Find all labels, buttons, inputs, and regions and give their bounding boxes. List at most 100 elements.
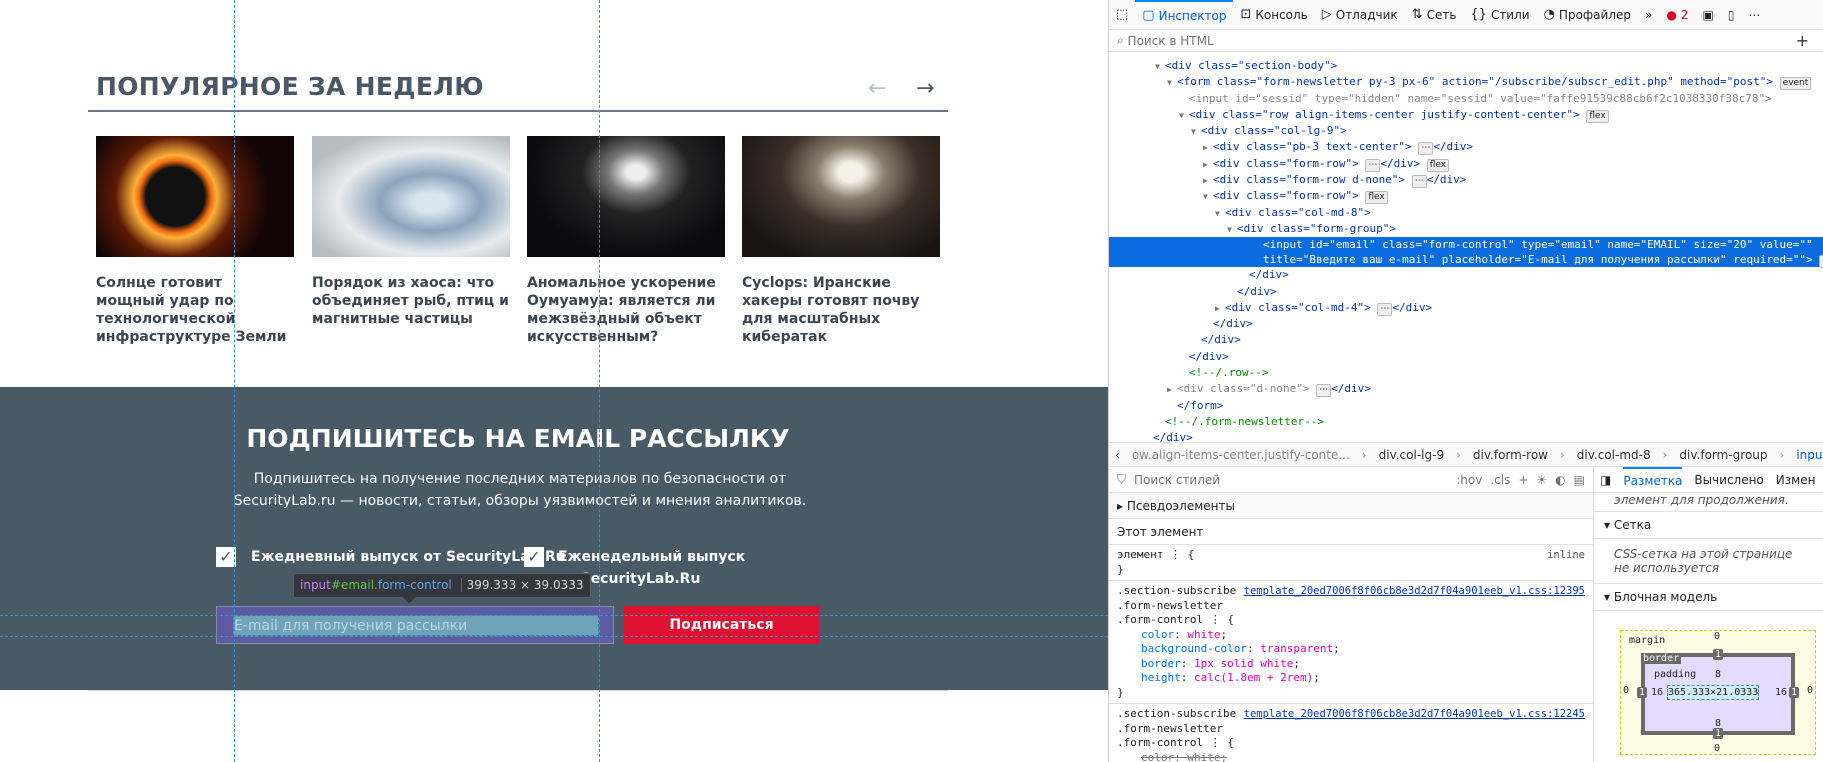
- tab-styles[interactable]: {} Стили: [1463, 0, 1536, 30]
- expand-toggle-icon[interactable]: ▼: [1155, 59, 1165, 75]
- breadcrumb-back-icon[interactable]: ‹: [1115, 448, 1120, 462]
- expand-toggle-icon[interactable]: ▼: [1191, 124, 1201, 140]
- cls-toggle[interactable]: .cls: [1490, 473, 1510, 487]
- article-image[interactable]: [312, 136, 510, 257]
- css-declaration[interactable]: background-color: transparent;: [1117, 642, 1585, 657]
- add-node-icon[interactable]: +: [1796, 31, 1809, 50]
- article-title[interactable]: Cyclops: Иранские хакеры готовят почву д…: [742, 274, 940, 346]
- expand-toggle-icon[interactable]: ▼: [1227, 222, 1237, 238]
- property-name[interactable]: background-color: [1141, 642, 1247, 655]
- rule-source-link[interactable]: template_20ed7006f8f06cb8e3d2d7f04a901ee…: [1244, 584, 1585, 599]
- add-rule-icon[interactable]: +: [1518, 473, 1528, 487]
- html-tree-node[interactable]: ▶ <div class="form-row"> ⋯ </div> flex: [1109, 156, 1823, 172]
- html-tree-node[interactable]: ▶ <div class="form-row d-none"> ⋯ </div>: [1109, 172, 1823, 189]
- menu-icon[interactable]: ⋯: [1741, 0, 1767, 30]
- html-tree-node[interactable]: ▼ <div class="section-body">: [1109, 58, 1823, 74]
- tab-network[interactable]: ⇅ Сеть: [1405, 0, 1464, 30]
- responsive-icon[interactable]: ▯: [1721, 0, 1742, 30]
- css-rule[interactable]: template_20ed7006f8f06cb8e3d2d7f04a901ee…: [1109, 581, 1593, 704]
- box-model-section[interactable]: ▾ Блочная модель: [1594, 584, 1823, 611]
- property-name[interactable]: color: [1141, 751, 1174, 762]
- html-tree-node[interactable]: ▼ <div class="form-group">: [1109, 221, 1823, 237]
- email-placeholder[interactable]: E-mail для получения рассылки: [233, 615, 599, 636]
- expand-toggle-icon[interactable]: ▼: [1179, 108, 1189, 124]
- tab-layout[interactable]: Разметка: [1623, 467, 1683, 493]
- breadcrumb-item[interactable]: div.form-group: [1679, 448, 1767, 462]
- html-search-input[interactable]: Поиск в HTML: [1128, 34, 1214, 48]
- article-card[interactable]: Порядок из хаоса: что объединяет рыб, пт…: [312, 136, 510, 328]
- node-badge[interactable]: event: [1779, 77, 1812, 91]
- article-card[interactable]: Солнце готовит мощный удар по технологич…: [96, 136, 294, 346]
- breadcrumb-item[interactable]: input#email.form-control: [1796, 448, 1823, 462]
- element-picker-icon[interactable]: ⬚: [1109, 0, 1135, 30]
- article-image[interactable]: [742, 136, 940, 257]
- article-title[interactable]: Солнце готовит мощный удар по технологич…: [96, 274, 294, 346]
- dark-theme-icon[interactable]: ◐: [1555, 473, 1565, 487]
- node-badge[interactable]: event: [1819, 255, 1823, 269]
- dock-icon[interactable]: ▣: [1695, 0, 1720, 30]
- arrow-right-icon[interactable]: →: [916, 76, 934, 101]
- html-tree-node[interactable]: </div>: [1109, 316, 1823, 332]
- html-tree-node[interactable]: </div>: [1109, 284, 1823, 300]
- expand-toggle-icon[interactable]: ▼: [1215, 206, 1225, 222]
- html-tree-node[interactable]: <!--/.form-newsletter-->: [1109, 414, 1823, 430]
- grid-section[interactable]: ▾ Сетка: [1594, 512, 1823, 539]
- expand-toggle-icon[interactable]: ▶: [1203, 173, 1213, 189]
- light-theme-icon[interactable]: ☀: [1536, 473, 1547, 487]
- html-search[interactable]: ⌕ Поиск в HTML +: [1109, 30, 1823, 52]
- breadcrumb-item[interactable]: div.form-row: [1473, 448, 1548, 462]
- html-tree-node[interactable]: <input id="sessid" type="hidden" name="s…: [1109, 91, 1823, 107]
- article-card[interactable]: Cyclops: Иранские хакеры готовят почву д…: [742, 136, 940, 346]
- css-declaration[interactable]: border: 1px solid white;: [1117, 657, 1585, 672]
- html-tree-node[interactable]: </form>: [1109, 398, 1823, 414]
- article-title[interactable]: Порядок из хаоса: что объединяет рыб, пт…: [312, 274, 510, 328]
- property-value[interactable]: transparent: [1260, 642, 1333, 655]
- property-value[interactable]: calc(1.8em + 2rem): [1194, 671, 1313, 684]
- subscribe-button[interactable]: Подписаться: [624, 606, 819, 644]
- node-badge[interactable]: flex: [1365, 191, 1388, 205]
- article-image[interactable]: [527, 136, 725, 257]
- property-name[interactable]: border: [1141, 657, 1181, 670]
- expand-toggle-icon[interactable]: ▶: [1203, 157, 1213, 173]
- node-badge[interactable]: ⋯: [1418, 142, 1434, 156]
- css-declaration[interactable]: color: white;: [1117, 751, 1585, 762]
- sidebar-toggle-icon[interactable]: ◨: [1600, 473, 1611, 487]
- node-badge[interactable]: flex: [1426, 158, 1450, 172]
- html-tree-node[interactable]: ▼ <div class="form-row"> flex: [1109, 188, 1823, 205]
- html-tree-node[interactable]: </div>: [1109, 267, 1823, 283]
- node-badge[interactable]: ⋯: [1411, 175, 1427, 189]
- html-tree-node[interactable]: ▶ <div class="col-md-4"> ⋯ </div>: [1109, 300, 1823, 316]
- article-title[interactable]: Аномальное ускорение Оумуамуа: является …: [527, 274, 725, 346]
- more-tabs-icon[interactable]: »: [1638, 0, 1659, 30]
- print-icon[interactable]: ▤: [1574, 473, 1585, 487]
- weekly-checkbox[interactable]: ✓: [524, 547, 544, 567]
- tab-inspector[interactable]: ▢ Инспектор: [1135, 0, 1234, 30]
- html-tree-node[interactable]: ▼ <form class="form-newsletter py-3 px-6"…: [1109, 74, 1823, 91]
- tab-console[interactable]: ⊡ Консоль: [1233, 0, 1314, 30]
- breadcrumb-item[interactable]: div.col-md-8: [1577, 448, 1651, 462]
- html-tree-node[interactable]: ▶ <div class="pb-3 text-center"> ⋯ </div>: [1109, 139, 1823, 156]
- expand-toggle-icon[interactable]: ▼: [1167, 75, 1177, 91]
- property-value[interactable]: white: [1187, 628, 1220, 641]
- html-tree-node[interactable]: ▼ <div class="col-md-8">: [1109, 205, 1823, 221]
- node-badge[interactable]: ⋯: [1377, 302, 1393, 316]
- tab-profiler[interactable]: ◔ Профайлер: [1537, 0, 1638, 30]
- html-tree-node[interactable]: ▼ <div class="row align-items-center just…: [1109, 107, 1823, 123]
- html-tree-node[interactable]: ▼ <div class="col-lg-9">: [1109, 123, 1823, 139]
- html-tree-node[interactable]: <!--/.row-->: [1109, 365, 1823, 381]
- node-badge[interactable]: flex: [1586, 109, 1609, 123]
- article-image[interactable]: [96, 136, 294, 257]
- node-badge[interactable]: ⋯: [1316, 384, 1332, 398]
- node-badge[interactable]: ⋯: [1365, 158, 1381, 172]
- css-declaration[interactable]: height: calc(1.8em + 2rem);: [1117, 671, 1585, 686]
- styles-search-input[interactable]: Поиск стилей: [1134, 473, 1220, 487]
- html-tree-node[interactable]: ▶ <div class="d-none"> ⋯ </div>: [1109, 381, 1823, 398]
- arrow-left-icon[interactable]: ←: [868, 76, 886, 101]
- email-input[interactable]: E-mail для получения рассылки: [216, 606, 614, 644]
- tab-computed[interactable]: Вычислено: [1694, 473, 1763, 487]
- property-name[interactable]: height: [1141, 671, 1181, 684]
- property-name[interactable]: color: [1141, 628, 1174, 641]
- breadcrumb-item[interactable]: ow.align-items-center.justify-conte...: [1132, 448, 1350, 462]
- errors-badge[interactable]: ● 2: [1659, 0, 1695, 30]
- hov-toggle[interactable]: :hov: [1456, 473, 1482, 487]
